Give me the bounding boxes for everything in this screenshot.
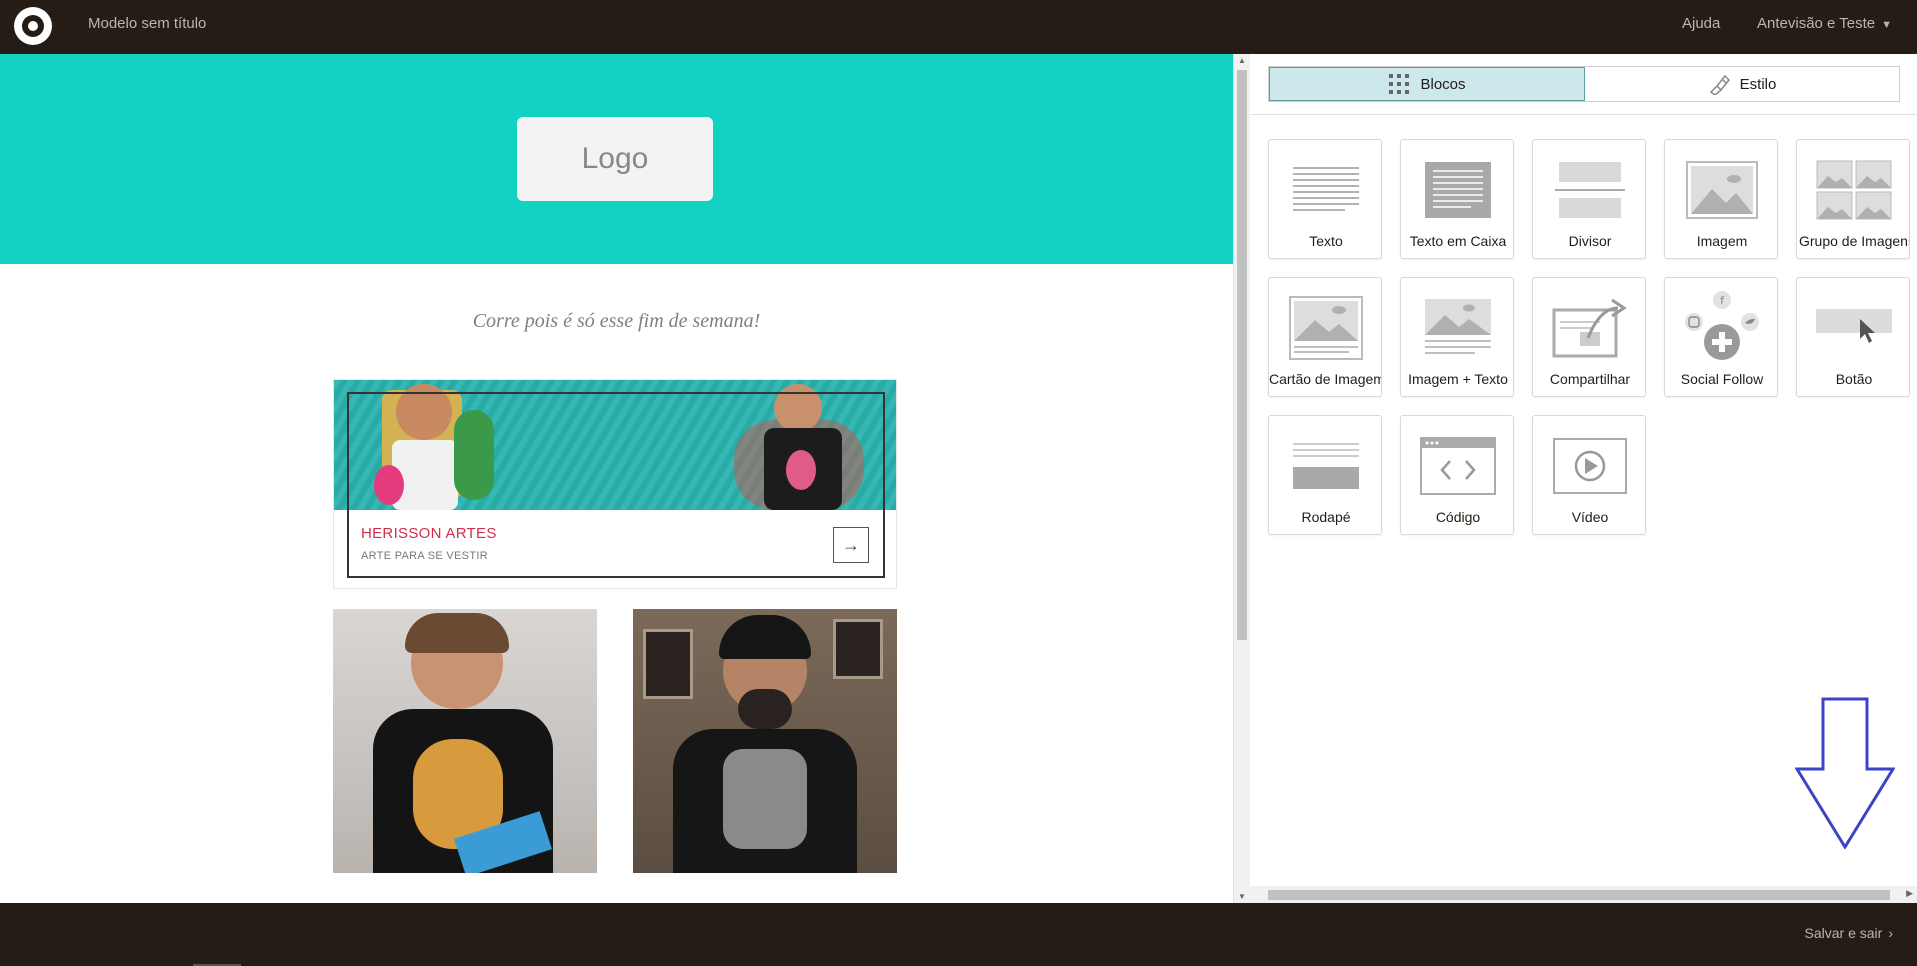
block-label: Social Follow <box>1680 371 1764 387</box>
email-canvas: Logo Corre pois é só esse fim de semana!… <box>0 54 1233 903</box>
block-social-follow[interactable]: f Social Follow <box>1664 277 1778 397</box>
header-section[interactable]: Logo <box>0 54 1233 264</box>
block-imagem-texto[interactable]: Imagem + Texto <box>1400 277 1514 397</box>
block-divisor[interactable]: Divisor <box>1532 139 1646 259</box>
bottom-bar: Salvar e sair › <box>0 903 1917 966</box>
paintbrush-icon <box>1709 74 1730 95</box>
save-exit-button[interactable]: Salvar e sair › <box>1805 925 1893 941</box>
block-texto[interactable]: Texto <box>1268 139 1382 259</box>
block-label: Texto em Caixa <box>1409 233 1507 249</box>
card-subtitle[interactable]: ARTE PARA SE VESTIR <box>361 550 488 562</box>
divider-icon <box>1555 162 1625 218</box>
card-title[interactable]: HERISSON ARTES <box>361 525 497 542</box>
block-label: Texto <box>1309 233 1343 249</box>
logo-placeholder[interactable]: Logo <box>517 117 713 201</box>
tab-blocos[interactable]: Blocos <box>1269 67 1585 101</box>
video-icon <box>1553 438 1627 494</box>
block-video[interactable]: Vídeo <box>1532 415 1646 535</box>
boxed-text-icon <box>1425 162 1491 218</box>
tab-estilo[interactable]: Estilo <box>1585 67 1899 101</box>
arrow-right-icon[interactable]: → <box>833 527 869 563</box>
image-icon <box>1686 161 1758 219</box>
block-compartilhar[interactable]: Compartilhar <box>1532 277 1646 397</box>
block-cartao-de-imagem[interactable]: Cartão de Imagem <box>1268 277 1382 397</box>
image-card-icon <box>1289 296 1363 360</box>
share-icon <box>1552 298 1627 358</box>
block-label: Compartilhar <box>1549 371 1631 387</box>
block-label: Cartão de Imagem <box>1269 371 1382 387</box>
block-texto-em-caixa[interactable]: Texto em Caixa <box>1400 139 1514 259</box>
block-botao[interactable]: Botão <box>1796 277 1910 397</box>
chevron-down-icon: ▼ <box>1881 19 1893 31</box>
block-label: Botão <box>1835 371 1873 387</box>
block-label: Imagem + Texto <box>1408 371 1508 387</box>
tagline-text[interactable]: Corre pois é só esse fim de semana! <box>0 310 1233 333</box>
product-photo-left[interactable] <box>333 609 597 873</box>
block-label: Código <box>1435 509 1481 525</box>
block-rodape[interactable]: Rodapé <box>1268 415 1382 535</box>
block-codigo[interactable]: Código <box>1400 415 1514 535</box>
mailchimp-logo-icon[interactable] <box>14 7 52 45</box>
block-label: Rodapé <box>1301 509 1351 525</box>
code-icon <box>1420 437 1496 495</box>
panel-horizontal-scrollbar[interactable]: ▶ <box>1250 886 1917 903</box>
canvas-scrollbar[interactable]: ▲ ▼ <box>1233 54 1250 903</box>
text-block-icon <box>1293 167 1359 211</box>
block-grupo-de-imagens[interactable]: Grupo de Imagens <box>1796 139 1910 259</box>
footer-icon <box>1293 443 1359 489</box>
tab-blocos-label: Blocos <box>1420 75 1466 93</box>
block-label: Grupo de Imagens <box>1799 233 1910 249</box>
scrollbar-thumb[interactable] <box>1268 890 1890 900</box>
button-icon <box>1816 309 1892 343</box>
block-imagem[interactable]: Imagem <box>1664 139 1778 259</box>
image-group-icon <box>1816 160 1892 220</box>
tab-estilo-label: Estilo <box>1739 75 1777 93</box>
image-text-icon <box>1425 299 1491 354</box>
block-label: Vídeo <box>1571 509 1609 525</box>
panel-tabs: Blocos Estilo <box>1268 66 1900 102</box>
template-title[interactable]: Modelo sem título <box>88 15 206 32</box>
preview-test-label: Antevisão e Teste <box>1757 15 1876 32</box>
preview-test-menu[interactable]: Antevisão e Teste ▼ <box>1757 15 1892 32</box>
image-card-block[interactable]: HERISSON ARTES ARTE PARA SE VESTIR → <box>333 379 897 589</box>
scroll-down-icon[interactable]: ▼ <box>1237 892 1247 901</box>
annotation-down-arrow-icon <box>1795 697 1895 849</box>
product-photo-right[interactable] <box>633 609 897 873</box>
social-follow-icon: f <box>1685 291 1759 360</box>
block-label: Divisor <box>1568 233 1612 249</box>
help-link[interactable]: Ajuda <box>1682 15 1720 32</box>
block-label: Imagem <box>1696 233 1748 249</box>
scroll-up-icon[interactable]: ▲ <box>1237 56 1247 65</box>
top-bar: Modelo sem título Ajuda Antevisão e Test… <box>0 0 1917 54</box>
scroll-right-icon[interactable]: ▶ <box>1906 888 1913 899</box>
save-exit-label: Salvar e sair <box>1804 925 1883 941</box>
scrollbar-thumb[interactable] <box>1237 70 1247 640</box>
tabs-divider <box>1250 114 1917 115</box>
grid-icon <box>1389 74 1410 94</box>
chevron-right-icon: › <box>1888 925 1893 941</box>
